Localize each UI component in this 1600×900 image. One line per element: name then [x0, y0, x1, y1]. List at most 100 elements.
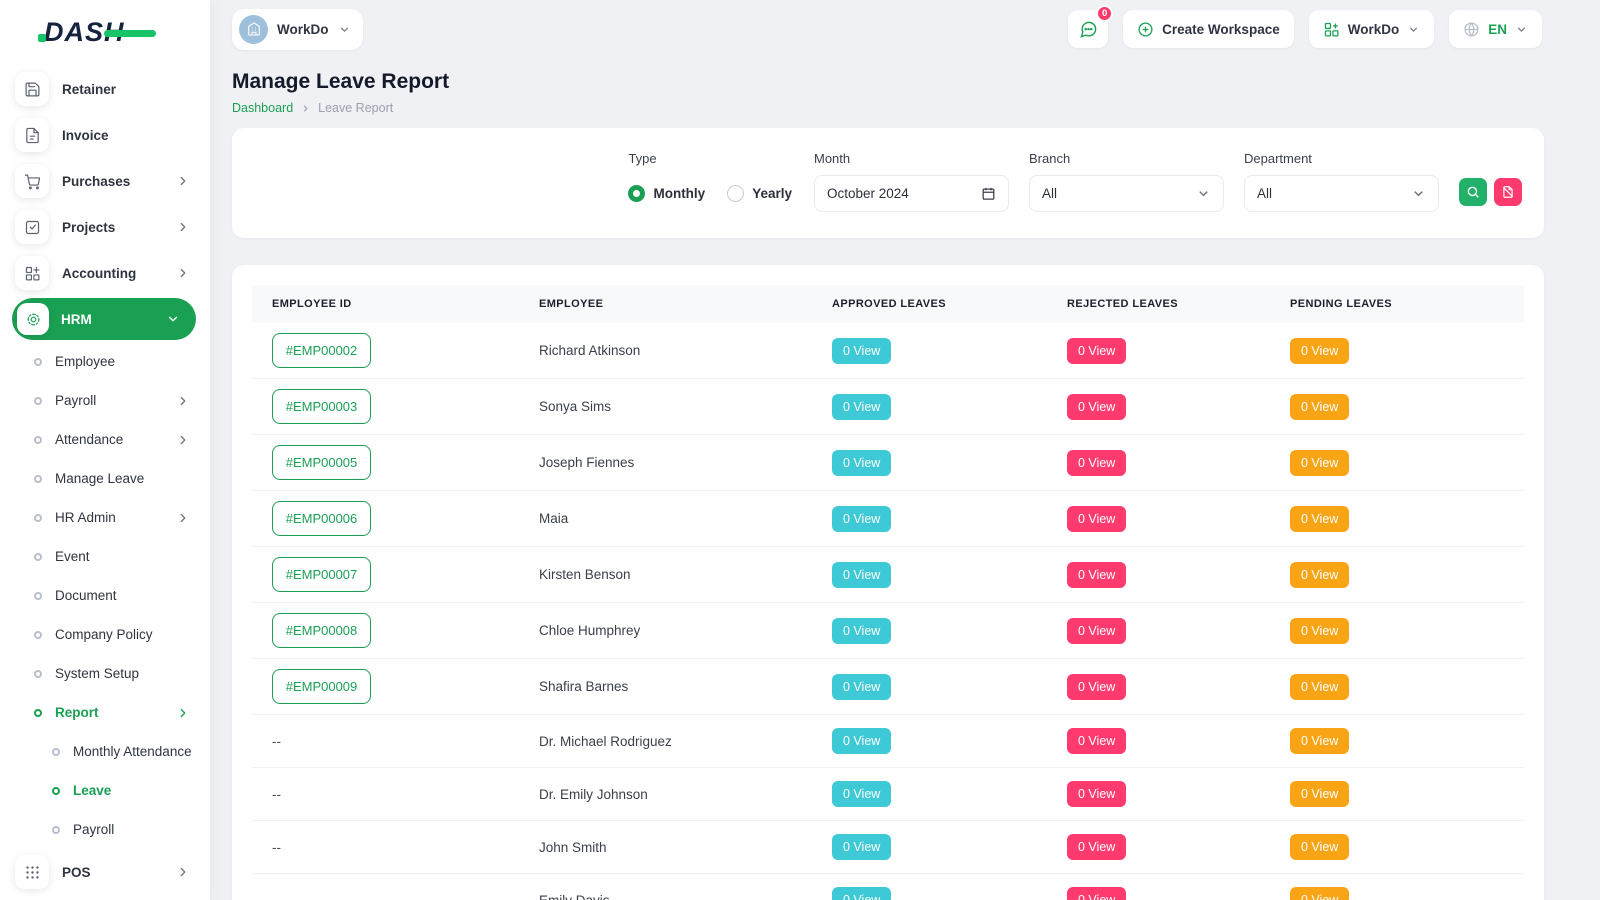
sidebar-item-accounting[interactable]: Accounting [0, 250, 210, 296]
messages-button[interactable]: 0 [1068, 10, 1108, 48]
pending-leaves-view-button[interactable]: 0 View [1290, 781, 1349, 807]
col-employee: EMPLOYEE [519, 285, 812, 323]
sidebar-item-event[interactable]: Event [0, 537, 210, 576]
table-row: --Emily Davis0 View0 View0 View [252, 874, 1524, 900]
employee-id-badge[interactable]: #EMP00007 [272, 557, 371, 592]
month-label: Month [814, 151, 1009, 166]
department-select[interactable]: All [1244, 175, 1439, 212]
sidebar-item-monthly-attendance[interactable]: Monthly Attendance [0, 732, 210, 771]
rejected-leaves-view-button[interactable]: 0 View [1067, 450, 1126, 476]
filter-actions [1459, 178, 1522, 206]
approved-leaves-view-button[interactable]: 0 View [832, 618, 891, 644]
employee-id-badge[interactable]: #EMP00009 [272, 669, 371, 704]
breadcrumb-dashboard-link[interactable]: Dashboard [232, 101, 293, 115]
radio-monthly-dot[interactable] [628, 185, 645, 202]
sidebar-item-label: System Setup [55, 666, 210, 681]
col-pending-leaves: PENDING LEAVES [1270, 285, 1524, 323]
month-input[interactable]: October 2024 [814, 175, 1009, 212]
rejected-leaves-view-button[interactable]: 0 View [1067, 674, 1126, 700]
rejected-leaves-view-button[interactable]: 0 View [1067, 562, 1126, 588]
sidebar-item-employee[interactable]: Employee [0, 342, 210, 381]
sidebar-item-hrm[interactable]: HRM [12, 298, 196, 340]
approved-leaves-view-button[interactable]: 0 View [832, 394, 891, 420]
department-filter-group: Department All [1244, 151, 1439, 212]
sidebar-item-label: Event [55, 549, 210, 564]
month-value: October 2024 [827, 186, 909, 201]
sidebar-item-report[interactable]: Report [0, 693, 210, 732]
employee-id-badge[interactable]: #EMP00003 [272, 389, 371, 424]
pending-leaves-view-button[interactable]: 0 View [1290, 618, 1349, 644]
sidebar-item-retainer[interactable]: Retainer [0, 66, 210, 112]
bullet-icon [52, 826, 60, 834]
sidebar-item-payroll[interactable]: Payroll [0, 381, 210, 420]
sidebar-item-purchases[interactable]: Purchases [0, 158, 210, 204]
radio-yearly-dot[interactable] [727, 185, 744, 202]
sidebar-item-label: Employee [55, 354, 210, 369]
approved-leaves-view-button[interactable]: 0 View [832, 506, 891, 532]
pending-leaves-view-button[interactable]: 0 View [1290, 450, 1349, 476]
workspace-selector[interactable]: WorkDo [232, 9, 363, 50]
radio-yearly[interactable]: Yearly [727, 185, 792, 202]
pending-leaves-view-button[interactable]: 0 View [1290, 728, 1349, 754]
radio-monthly[interactable]: Monthly [628, 185, 705, 202]
pending-leaves-view-button[interactable]: 0 View [1290, 506, 1349, 532]
chevron-down-icon [338, 23, 351, 36]
bullet-icon [34, 475, 42, 483]
pending-leaves-view-button[interactable]: 0 View [1290, 562, 1349, 588]
workspace-menu-button[interactable]: WorkDo [1309, 10, 1435, 48]
sidebar-item-attendance[interactable]: Attendance [0, 420, 210, 459]
pending-leaves-view-button[interactable]: 0 View [1290, 887, 1349, 900]
approved-leaves-view-button[interactable]: 0 View [832, 781, 891, 807]
sidebar-item-company-policy[interactable]: Company Policy [0, 615, 210, 654]
pending-leaves-view-button[interactable]: 0 View [1290, 338, 1349, 364]
check-square-icon [15, 210, 49, 244]
sidebar-item-document[interactable]: Document [0, 576, 210, 615]
sidebar-item-payroll[interactable]: Payroll [0, 810, 210, 849]
sidebar-item-pos[interactable]: POS [0, 849, 210, 895]
employee-id-empty: -- [272, 840, 281, 855]
col-rejected-leaves: REJECTED LEAVES [1047, 285, 1270, 323]
sidebar-item-hr-admin[interactable]: HR Admin [0, 498, 210, 537]
language-selector[interactable]: EN [1449, 10, 1542, 48]
sidebar-item-manage-leave[interactable]: Manage Leave [0, 459, 210, 498]
sidebar-item-system-setup[interactable]: System Setup [0, 654, 210, 693]
table-row: #EMP00008Chloe Humphrey0 View0 View0 Vie… [252, 603, 1524, 659]
rejected-leaves-view-button[interactable]: 0 View [1067, 834, 1126, 860]
pending-leaves-view-button[interactable]: 0 View [1290, 834, 1349, 860]
approved-leaves-view-button[interactable]: 0 View [832, 338, 891, 364]
department-value: All [1257, 186, 1272, 201]
reset-filter-button[interactable] [1494, 178, 1522, 206]
rejected-leaves-view-button[interactable]: 0 View [1067, 394, 1126, 420]
approved-leaves-view-button[interactable]: 0 View [832, 887, 891, 900]
approved-leaves-view-button[interactable]: 0 View [832, 450, 891, 476]
approved-leaves-view-button[interactable]: 0 View [832, 562, 891, 588]
rejected-leaves-view-button[interactable]: 0 View [1067, 618, 1126, 644]
rejected-leaves-view-button[interactable]: 0 View [1067, 506, 1126, 532]
rejected-leaves-view-button[interactable]: 0 View [1067, 338, 1126, 364]
sidebar-item-label: Payroll [55, 393, 163, 408]
apply-filter-button[interactable] [1459, 178, 1487, 206]
approved-leaves-view-button[interactable]: 0 View [832, 728, 891, 754]
pending-leaves-view-button[interactable]: 0 View [1290, 674, 1349, 700]
rejected-leaves-view-button[interactable]: 0 View [1067, 728, 1126, 754]
approved-leaves-view-button[interactable]: 0 View [832, 674, 891, 700]
pending-leaves-view-button[interactable]: 0 View [1290, 394, 1349, 420]
employee-id-badge[interactable]: #EMP00002 [272, 333, 371, 368]
sidebar-item-label: HR Admin [55, 510, 163, 525]
table-row: #EMP00009Shafira Barnes0 View0 View0 Vie… [252, 659, 1524, 715]
employee-id-badge[interactable]: #EMP00005 [272, 445, 371, 480]
calendar-icon[interactable] [981, 186, 996, 201]
sidebar-item-projects[interactable]: Projects [0, 204, 210, 250]
rejected-leaves-view-button[interactable]: 0 View [1067, 781, 1126, 807]
branch-select[interactable]: All [1029, 175, 1224, 212]
sidebar-item-invoice[interactable]: Invoice [0, 112, 210, 158]
type-radio-group: Monthly Yearly [628, 175, 792, 212]
app-logo[interactable]: DASH [0, 0, 210, 64]
employee-id-badge[interactable]: #EMP00008 [272, 613, 371, 648]
rejected-leaves-view-button[interactable]: 0 View [1067, 887, 1126, 900]
approved-leaves-view-button[interactable]: 0 View [832, 834, 891, 860]
employee-id-badge[interactable]: #EMP00006 [272, 501, 371, 536]
sidebar-item-leave[interactable]: Leave [0, 771, 210, 810]
chevron-down-icon [1407, 23, 1420, 36]
create-workspace-button[interactable]: Create Workspace [1123, 10, 1294, 48]
